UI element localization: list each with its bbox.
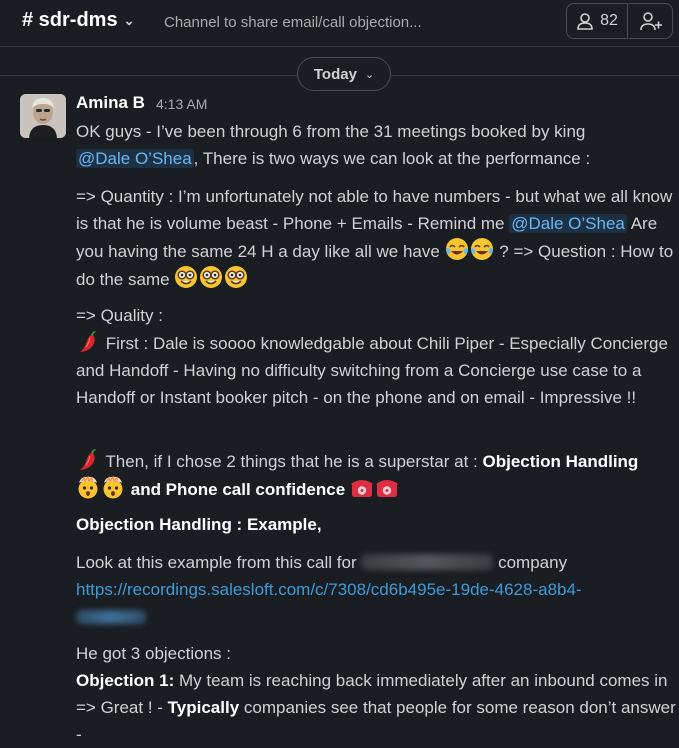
message-paragraph-5: Objection Handling : Example, [76,511,676,538]
message-text: => Quality : [76,306,163,325]
person-icon [577,13,593,30]
joy-emoji-icon[interactable] [445,237,469,261]
date-divider-label: Today [313,65,357,83]
message-text: companies see that people for some reaso… [76,698,676,744]
message-text: He got 3 objections : [76,644,231,663]
nerd-emoji-icon[interactable] [174,265,198,289]
channel-topic[interactable]: Channel to share email/call objection... [164,14,422,31]
message-bold-text: Typically [167,698,240,717]
channel-name-button[interactable]: # sdr-dms ⌄ [22,9,135,32]
date-divider-button[interactable]: Today ⌄ [297,57,391,91]
message-paragraph-4: Then, if I chose 2 things that he is a s… [76,447,676,503]
user-mention[interactable]: @Dale O’Shea [509,214,627,233]
chevron-down-icon: ⌄ [123,12,135,28]
message-paragraph-2: => Quantity : I’m unfortunately not able… [76,183,676,293]
message-text: Look at this example from this call for [76,553,357,572]
message-bold-text: Objection Handling [482,452,639,471]
message-timestamp[interactable]: 4:13 AM [156,96,207,112]
message-bold-text: and Phone call confidence [130,480,346,499]
exploding-head-emoji-icon[interactable] [101,475,125,499]
message-text: OK guys - I’ve been through 6 from the 3… [76,122,586,141]
channel-name: # sdr-dms [22,9,118,31]
chevron-down-icon: ⌄ [364,68,375,81]
member-count: 82 [600,12,618,29]
channel-header: # sdr-dms ⌄ Channel to share email/call … [0,0,679,47]
exploding-head-emoji-icon[interactable] [76,475,100,499]
message-bold-text: Objection Handling : Example, [76,515,322,534]
member-count-button[interactable]: 82 [566,3,628,39]
message-paragraph-3: => Quality : First : Dale is soooo knowl… [76,302,676,411]
nerd-emoji-icon[interactable] [224,265,248,289]
add-user-icon [639,12,662,31]
user-mention[interactable]: @Dale O’Shea [76,149,194,168]
message-bold-text: Objection 1: [76,671,175,690]
recording-link[interactable]: https://recordings.salesloft.com/c/7308/… [76,580,582,599]
telephone-emoji-icon[interactable] [375,475,399,499]
redacted-company-name [361,554,494,570]
avatar[interactable] [20,94,66,138]
joy-emoji-icon[interactable] [470,237,494,261]
message-text: Then, if I chose 2 things that he is a s… [105,452,478,471]
redacted-link-tail[interactable] [76,610,146,624]
message-paragraph-6: Look at this example from this call for … [76,549,676,630]
message-text: , There is two ways we can look at the p… [193,149,591,168]
hot-pepper-emoji-icon[interactable] [76,447,100,471]
telephone-emoji-icon[interactable] [350,475,374,499]
message-paragraph-7: He got 3 objections : Objection 1: My te… [76,640,676,748]
message-paragraph-1: OK guys - I’ve been through 6 from the 3… [76,118,676,172]
message-text: First : Dale is soooo knowledgable about… [76,334,668,407]
message-sender[interactable]: Amina B [76,93,145,113]
nerd-emoji-icon[interactable] [199,265,223,289]
add-people-button[interactable] [629,3,673,39]
message-text: company [498,553,568,572]
hot-pepper-emoji-icon[interactable] [76,329,100,353]
